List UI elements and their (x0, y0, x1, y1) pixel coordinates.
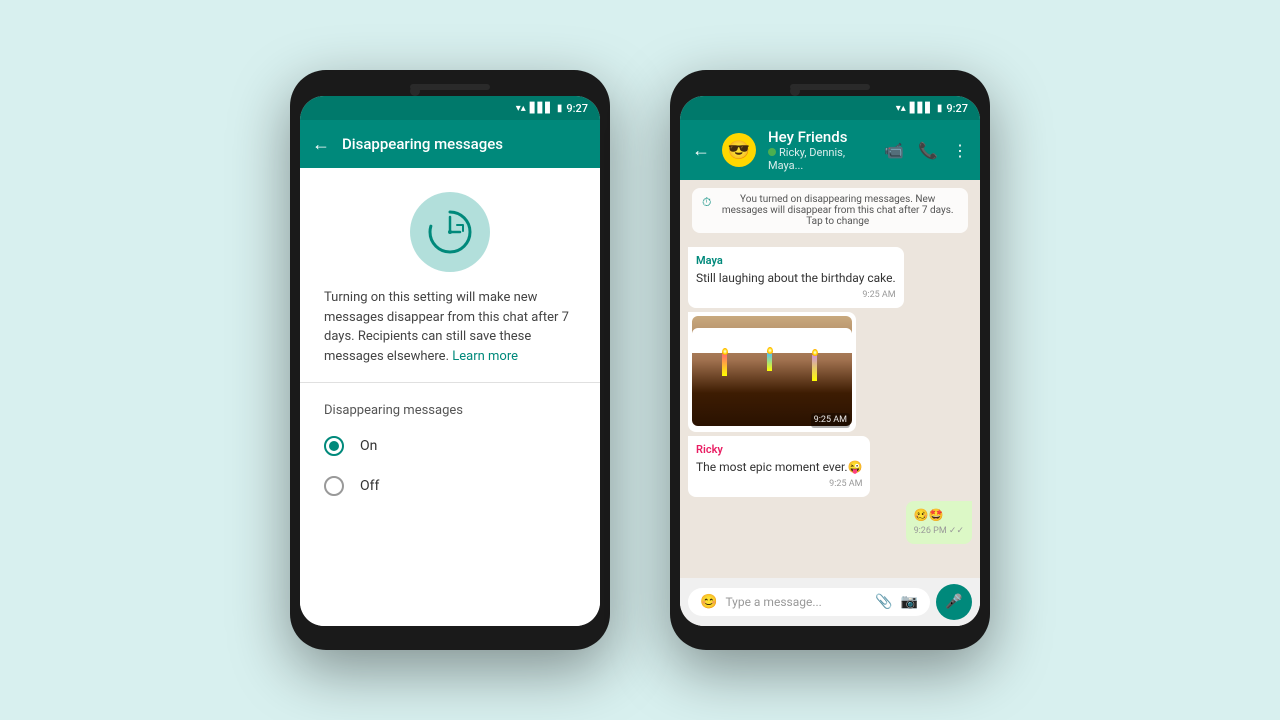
settings-content: Turning on this setting will make new me… (300, 168, 600, 626)
online-dot (768, 148, 776, 156)
chat-toolbar: ← 😎 Hey Friends Ricky, Dennis, Maya... 📹… (680, 120, 980, 180)
description-text: Turning on this setting will make new me… (324, 290, 569, 364)
status-bar-1: ▾▴ ▋▋▋ ▮ 9:27 (300, 96, 600, 120)
group-name: Hey Friends (768, 128, 872, 146)
message-time-maya: 9:25 AM (696, 289, 896, 302)
mic-icon: 🎤 (945, 594, 962, 610)
input-placeholder-text: Type a message... (725, 595, 867, 609)
message-text-ricky: The most epic moment ever.😜 (696, 459, 862, 476)
back-button-1[interactable]: ← (312, 134, 330, 155)
attach-icon[interactable]: 📎 (875, 594, 892, 610)
icon-area (300, 168, 600, 288)
candle2 (767, 353, 772, 371)
flame3 (812, 349, 818, 356)
sender-maya: Maya (696, 253, 896, 268)
avatar-emoji: 😎 (728, 140, 750, 161)
sender-ricky: Ricky (696, 442, 862, 457)
status-icons-1: ▾▴ ▋▋▋ ▮ 9:27 (516, 102, 588, 115)
phone1-screen: ▾▴ ▋▋▋ ▮ 9:27 ← Disappearing messages (300, 96, 600, 626)
battery-icon-2: ▮ (937, 103, 943, 114)
message-time-ricky: 9:25 AM (696, 478, 862, 491)
video-call-icon[interactable]: 📹 (884, 141, 904, 160)
battery-icon: ▮ (557, 103, 563, 114)
radio-on-outer[interactable] (324, 436, 344, 456)
flame2 (767, 347, 773, 354)
phone-speaker (410, 84, 490, 90)
phone2-speaker (790, 84, 870, 90)
message-image: 9:25 AM (688, 312, 856, 432)
settings-title: Disappearing messages (342, 135, 588, 153)
settings-toolbar: ← Disappearing messages (300, 120, 600, 168)
chat-area: ⏱ You turned on disappearing messages. N… (680, 180, 980, 626)
message-maya-text: Maya Still laughing about the birthday c… (688, 247, 904, 308)
timer-circle (410, 192, 490, 272)
status-bar-2: ▾▴ ▋▋▋ ▮ 9:27 (680, 96, 980, 120)
timer-icon (425, 207, 475, 257)
status-icons-2: ▾▴ ▋▋▋ ▮ 9:27 (896, 102, 968, 115)
signal-icon-2: ▋▋▋ (910, 103, 933, 114)
message-outgoing: 🥴🤩 9:26 PM ✓✓ (906, 501, 972, 544)
phones-container: ▾▴ ▋▋▋ ▮ 9:27 ← Disappearing messages (290, 70, 990, 650)
timer-system-icon: ⏱ (702, 195, 711, 210)
members-text: Ricky, Dennis, Maya... (768, 146, 845, 172)
image-time: 9:25 AM (811, 413, 850, 426)
candle3 (812, 355, 817, 381)
message-ricky: Ricky The most epic moment ever.😜 9:25 A… (688, 436, 870, 497)
candle1 (722, 354, 727, 376)
message-text-outgoing: 🥴🤩 (914, 507, 964, 524)
radio-on-inner (329, 441, 339, 451)
cake-image-container: 9:25 AM (692, 316, 852, 426)
mic-button[interactable]: 🎤 (936, 584, 972, 620)
radio-off-outer[interactable] (324, 476, 344, 496)
system-message[interactable]: ⏱ You turned on disappearing messages. N… (692, 188, 968, 233)
more-options-icon[interactable]: ⋮ (952, 141, 968, 160)
system-message-text: You turned on disappearing messages. New… (717, 194, 958, 227)
message-text-maya: Still laughing about the birthday cake. (696, 270, 896, 287)
time-2: 9:27 (946, 102, 968, 115)
camera-icon[interactable]: 📷 (901, 594, 918, 610)
settings-description: Turning on this setting will make new me… (300, 288, 600, 382)
group-avatar: 😎 (722, 133, 756, 167)
chat-messages: Maya Still laughing about the birthday c… (680, 241, 980, 578)
message-input-field[interactable]: 😊 Type a message... 📎 📷 (688, 588, 930, 616)
group-members: Ricky, Dennis, Maya... (768, 146, 872, 172)
message-time-outgoing: 9:26 PM ✓✓ (914, 525, 964, 538)
phone-settings: ▾▴ ▋▋▋ ▮ 9:27 ← Disappearing messages (290, 70, 610, 650)
chat-actions: 📹 📞 ⋮ (884, 141, 968, 160)
cake-visual (692, 316, 852, 426)
divider (300, 382, 600, 383)
time-1: 9:27 (566, 102, 588, 115)
phone-chat: ▾▴ ▋▋▋ ▮ 9:27 ← 😎 Hey Friends Ricky, Den… (670, 70, 990, 650)
radio-on-option[interactable]: On (300, 426, 600, 466)
radio-off-label: Off (360, 478, 379, 494)
phone-camera (410, 86, 420, 96)
phone2-screen: ▾▴ ▋▋▋ ▮ 9:27 ← 😎 Hey Friends Ricky, Den… (680, 96, 980, 626)
toolbar-text: Hey Friends Ricky, Dennis, Maya... (768, 128, 872, 172)
radio-on-label: On (360, 438, 377, 454)
emoji-icon[interactable]: 😊 (700, 594, 717, 610)
wifi-icon-2: ▾▴ (896, 103, 906, 114)
wifi-icon: ▾▴ (516, 103, 526, 114)
radio-off-option[interactable]: Off (300, 466, 600, 506)
phone2-camera (790, 86, 800, 96)
chat-input-bar: 😊 Type a message... 📎 📷 🎤 (680, 578, 980, 626)
signal-icon: ▋▋▋ (530, 103, 553, 114)
learn-more-link[interactable]: Learn more (452, 349, 518, 364)
voice-call-icon[interactable]: 📞 (918, 141, 938, 160)
flame1 (722, 348, 728, 355)
section-title: Disappearing messages (300, 395, 600, 426)
back-button-2[interactable]: ← (692, 140, 710, 161)
